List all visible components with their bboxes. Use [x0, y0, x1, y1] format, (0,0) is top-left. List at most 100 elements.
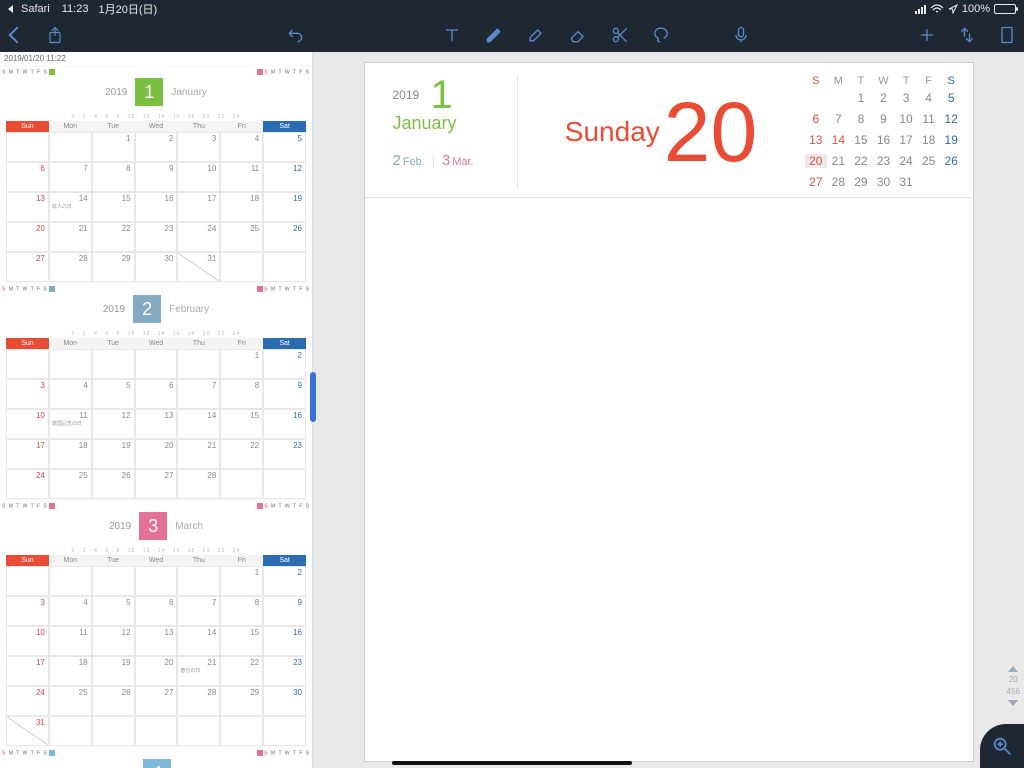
mini-day-cell[interactable]: [940, 175, 963, 189]
day-cell[interactable]: [263, 716, 306, 746]
mini-day-cell[interactable]: 12: [940, 112, 963, 126]
day-cell[interactable]: 22: [92, 222, 135, 252]
mini-day-cell[interactable]: 7: [827, 112, 850, 126]
day-cell[interactable]: 4: [220, 132, 263, 162]
page-nav[interactable]: 20 456: [1007, 666, 1020, 708]
mini-day-cell[interactable]: [917, 175, 940, 189]
mini-day-cell[interactable]: 20: [805, 154, 828, 168]
mini-day-cell[interactable]: 2: [872, 91, 895, 105]
day-cell[interactable]: 2: [263, 349, 306, 379]
day-cell[interactable]: 28: [49, 252, 92, 282]
day-cell[interactable]: 31: [177, 252, 220, 282]
day-cell[interactable]: 31: [6, 716, 49, 746]
day-cell[interactable]: [220, 252, 263, 282]
day-cell[interactable]: [92, 566, 135, 596]
day-cell[interactable]: 12: [92, 409, 135, 439]
day-cell[interactable]: 9: [135, 162, 178, 192]
mini-day-cell[interactable]: 23: [872, 154, 895, 168]
day-cell[interactable]: 28: [177, 686, 220, 716]
day-cell[interactable]: 11: [220, 162, 263, 192]
day-cell[interactable]: 16: [135, 192, 178, 222]
day-cell[interactable]: 19: [92, 656, 135, 686]
day-cell[interactable]: 16: [263, 409, 306, 439]
settings-button[interactable]: [956, 24, 978, 46]
page-up-icon[interactable]: [1008, 666, 1018, 672]
mini-day-cell[interactable]: 22: [850, 154, 873, 168]
day-cell[interactable]: 6: [6, 162, 49, 192]
day-cell[interactable]: 5: [92, 596, 135, 626]
day-cell[interactable]: [92, 349, 135, 379]
day-cell[interactable]: 20: [135, 439, 178, 469]
day-cell[interactable]: 25: [220, 222, 263, 252]
day-page[interactable]: 2019 1 January 2Feb. | 3Mar. Sunday 20: [364, 62, 974, 762]
day-cell[interactable]: 15: [220, 626, 263, 656]
day-cell[interactable]: 18: [49, 439, 92, 469]
day-cell[interactable]: 23: [263, 656, 306, 686]
mini-day-cell[interactable]: 17: [895, 133, 918, 147]
mini-day-cell[interactable]: 29: [850, 175, 873, 189]
day-cell[interactable]: 24: [6, 469, 49, 499]
month-overview-pane[interactable]: 2019/01/20 11:22 S M T W T F S S M T W T…: [0, 52, 313, 768]
day-cell[interactable]: 13: [6, 192, 49, 222]
undo-button[interactable]: [284, 24, 306, 46]
day-cell[interactable]: 15: [220, 409, 263, 439]
day-cell[interactable]: 5: [263, 132, 306, 162]
day-cell[interactable]: 1: [220, 349, 263, 379]
day-cell[interactable]: 2: [263, 566, 306, 596]
day-cell[interactable]: 25: [49, 686, 92, 716]
day-cell[interactable]: 25: [49, 469, 92, 499]
day-cell[interactable]: 12: [92, 626, 135, 656]
back-triangle-icon[interactable]: [8, 5, 13, 13]
mini-day-cell[interactable]: 6: [805, 112, 828, 126]
day-cell[interactable]: 10: [177, 162, 220, 192]
mini-day-cell[interactable]: 18: [917, 133, 940, 147]
day-cell[interactable]: [263, 469, 306, 499]
day-cell[interactable]: 21: [177, 439, 220, 469]
month-block-3[interactable]: S M T W T F S S M T W T F S20193March0 ·…: [0, 501, 312, 746]
day-cell[interactable]: [49, 349, 92, 379]
day-cell[interactable]: 26: [263, 222, 306, 252]
day-cell[interactable]: 17: [177, 192, 220, 222]
mic-button[interactable]: [730, 24, 752, 46]
day-cell[interactable]: [135, 349, 178, 379]
day-cell[interactable]: 28: [177, 469, 220, 499]
day-cell[interactable]: 17: [6, 439, 49, 469]
mini-day-cell[interactable]: 13: [805, 133, 828, 147]
mini-day-cell[interactable]: 3: [895, 91, 918, 105]
day-cell[interactable]: 19: [92, 439, 135, 469]
day-cell[interactable]: 13: [135, 409, 178, 439]
day-cell[interactable]: 7: [177, 379, 220, 409]
mini-day-cell[interactable]: 27: [805, 175, 828, 189]
day-cell[interactable]: 11: [49, 626, 92, 656]
day-cell[interactable]: [220, 716, 263, 746]
share-button[interactable]: [44, 24, 66, 46]
day-cell[interactable]: 5: [92, 379, 135, 409]
zoom-button[interactable]: [980, 724, 1024, 768]
pane-scroll-indicator[interactable]: [310, 372, 316, 422]
pen-tool-icon[interactable]: [483, 24, 505, 46]
day-cell[interactable]: 27: [135, 469, 178, 499]
back-button[interactable]: [6, 24, 28, 46]
day-cell[interactable]: 29: [220, 686, 263, 716]
day-cell[interactable]: 27: [135, 686, 178, 716]
month-block-4[interactable]: S M T W T F S S M T W T F S20194April: [0, 748, 312, 768]
day-cell[interactable]: 21春分の日: [177, 656, 220, 686]
day-cell[interactable]: [177, 566, 220, 596]
mini-day-cell[interactable]: 9: [872, 112, 895, 126]
day-cell[interactable]: 4: [49, 379, 92, 409]
mini-day-cell[interactable]: [805, 91, 828, 105]
lasso-tool-icon[interactable]: [651, 24, 673, 46]
day-cell[interactable]: [49, 566, 92, 596]
day-cell[interactable]: 26: [92, 686, 135, 716]
day-cell[interactable]: 9: [263, 596, 306, 626]
mini-day-cell[interactable]: 1: [850, 91, 873, 105]
day-cell[interactable]: 20: [6, 222, 49, 252]
day-cell[interactable]: 17: [6, 656, 49, 686]
day-cell[interactable]: 22: [220, 656, 263, 686]
day-cell[interactable]: [6, 566, 49, 596]
day-cell[interactable]: 21: [49, 222, 92, 252]
add-button[interactable]: [916, 24, 938, 46]
mini-day-cell[interactable]: 26: [940, 154, 963, 168]
day-cell[interactable]: 20: [135, 656, 178, 686]
day-cell[interactable]: 14成人の日: [49, 192, 92, 222]
